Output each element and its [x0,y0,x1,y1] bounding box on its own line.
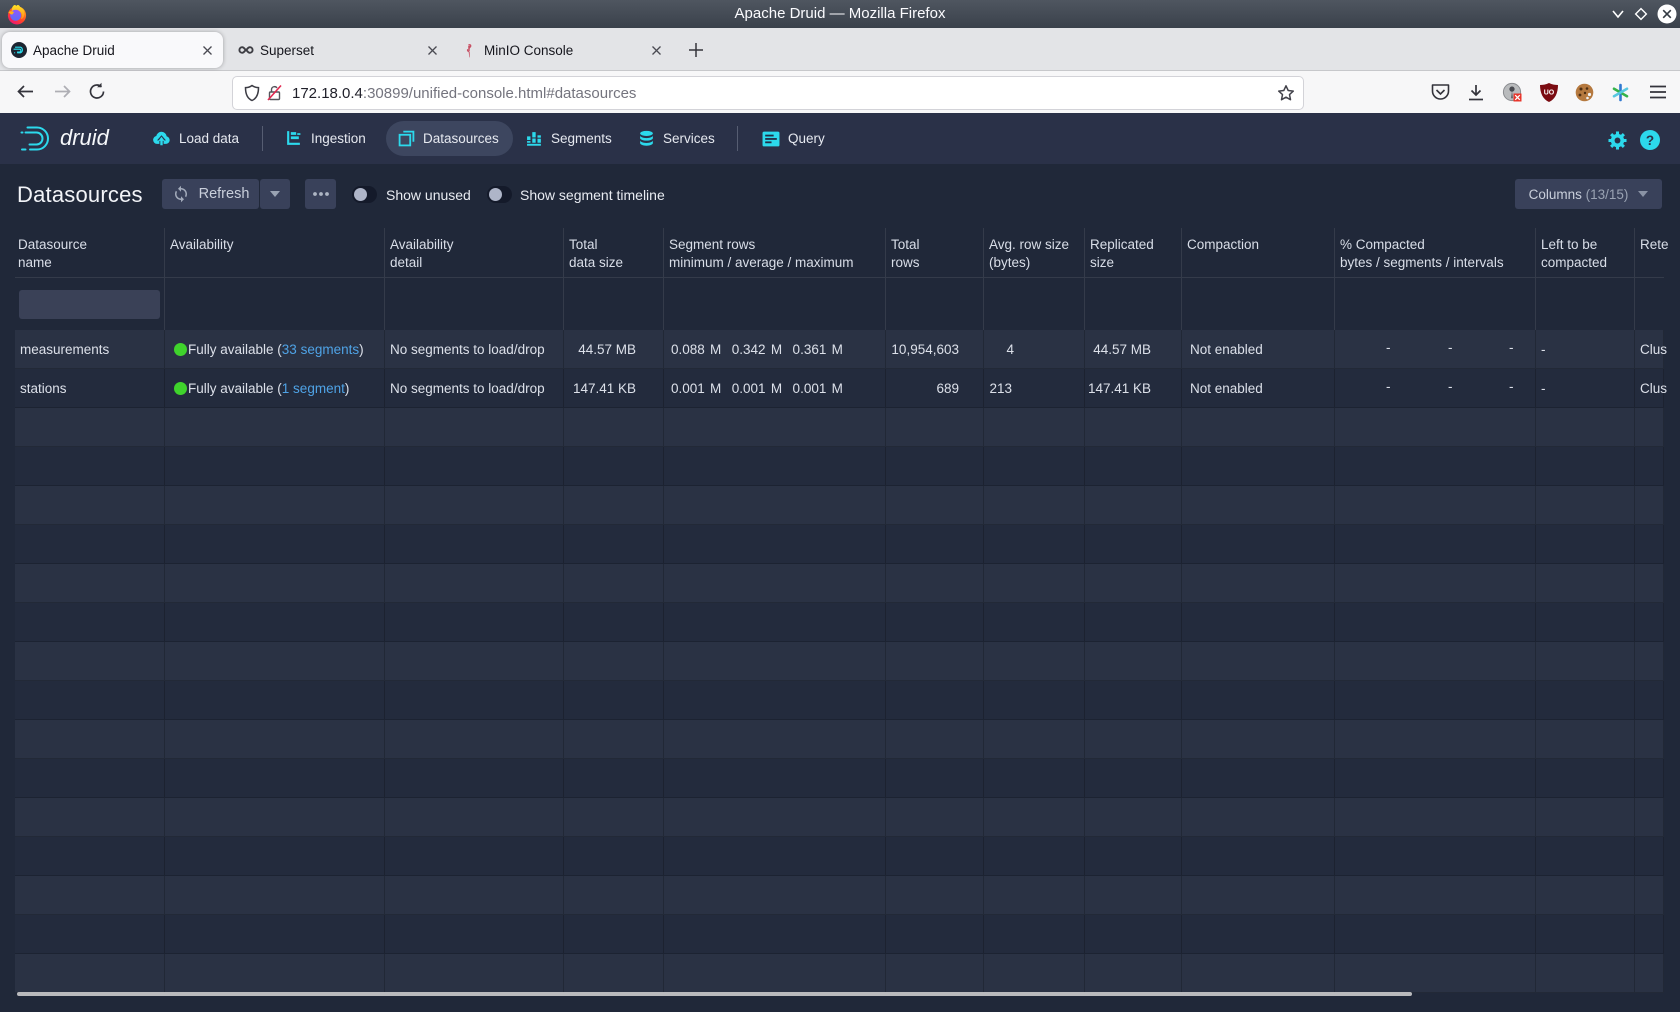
svg-text:?: ? [1646,133,1654,148]
svg-text:UO: UO [1544,90,1555,97]
